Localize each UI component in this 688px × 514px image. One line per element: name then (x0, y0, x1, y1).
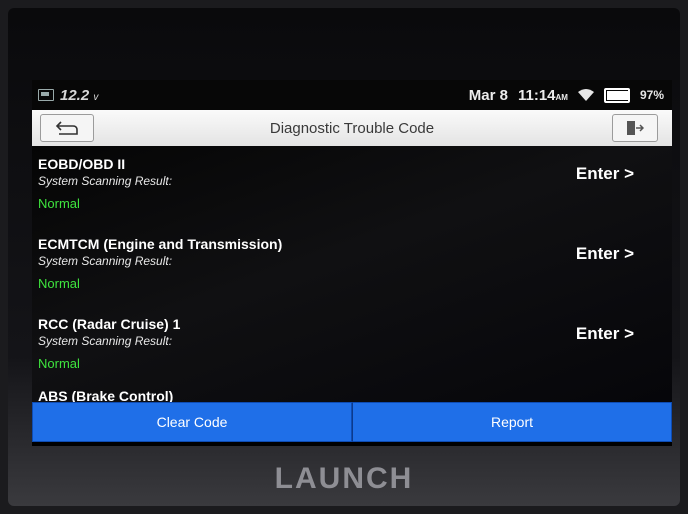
back-button[interactable] (40, 114, 94, 142)
enter-button[interactable]: Enter > (576, 324, 634, 344)
scan-result: Normal (38, 276, 80, 291)
back-icon (55, 121, 78, 135)
ampm: AM (555, 92, 568, 102)
vci-icon (38, 89, 54, 101)
scan-result: Normal (38, 356, 80, 371)
page-title: Diagnostic Trouble Code (269, 119, 435, 137)
battery-icon (603, 87, 630, 103)
partial-list-item[interactable]: ABS (Brake Control) (38, 388, 173, 402)
battery-percent: 97% (639, 88, 664, 102)
scan-result: Normal (38, 196, 80, 211)
list-item[interactable]: ECMTCM (Engine and Transmission) System … (32, 226, 672, 306)
button-bar: Clear Code Report (32, 402, 672, 442)
wifi-icon (577, 89, 594, 101)
exit-icon (627, 121, 644, 135)
title-bar: Diagnostic Trouble Code (32, 110, 672, 146)
system-list: EOBD/OBD II System Scanning Result: Norm… (32, 146, 672, 402)
screen: 12.2 v Mar 8 11:14AM 97% Diagnostic Trou… (32, 80, 672, 446)
status-right: Mar 8 11:14AM 97% (469, 87, 672, 104)
status-time: 11:14AM (518, 87, 568, 104)
battery-fill (606, 90, 629, 100)
status-bar: 12.2 v Mar 8 11:14AM 97% (32, 80, 672, 110)
list-item[interactable]: RCC (Radar Cruise) 1 System Scanning Res… (32, 306, 672, 386)
enter-button[interactable]: Enter > (576, 244, 634, 264)
status-left: 12.2 v (32, 87, 98, 104)
enter-button[interactable]: Enter > (576, 164, 634, 184)
clear-code-button[interactable]: Clear Code (32, 402, 352, 442)
time-value: 11:14 (517, 86, 556, 104)
brand-logo: LAUNCH (274, 462, 414, 495)
voltage-unit: v (93, 91, 99, 103)
status-date: Mar 8 (468, 86, 508, 104)
voltage-readout: 12.2 v (60, 87, 98, 104)
list-item[interactable]: EOBD/OBD II System Scanning Result: Norm… (32, 146, 672, 226)
exit-button[interactable] (612, 114, 658, 142)
report-button[interactable]: Report (352, 402, 672, 442)
voltage-value: 12.2 (60, 86, 90, 104)
